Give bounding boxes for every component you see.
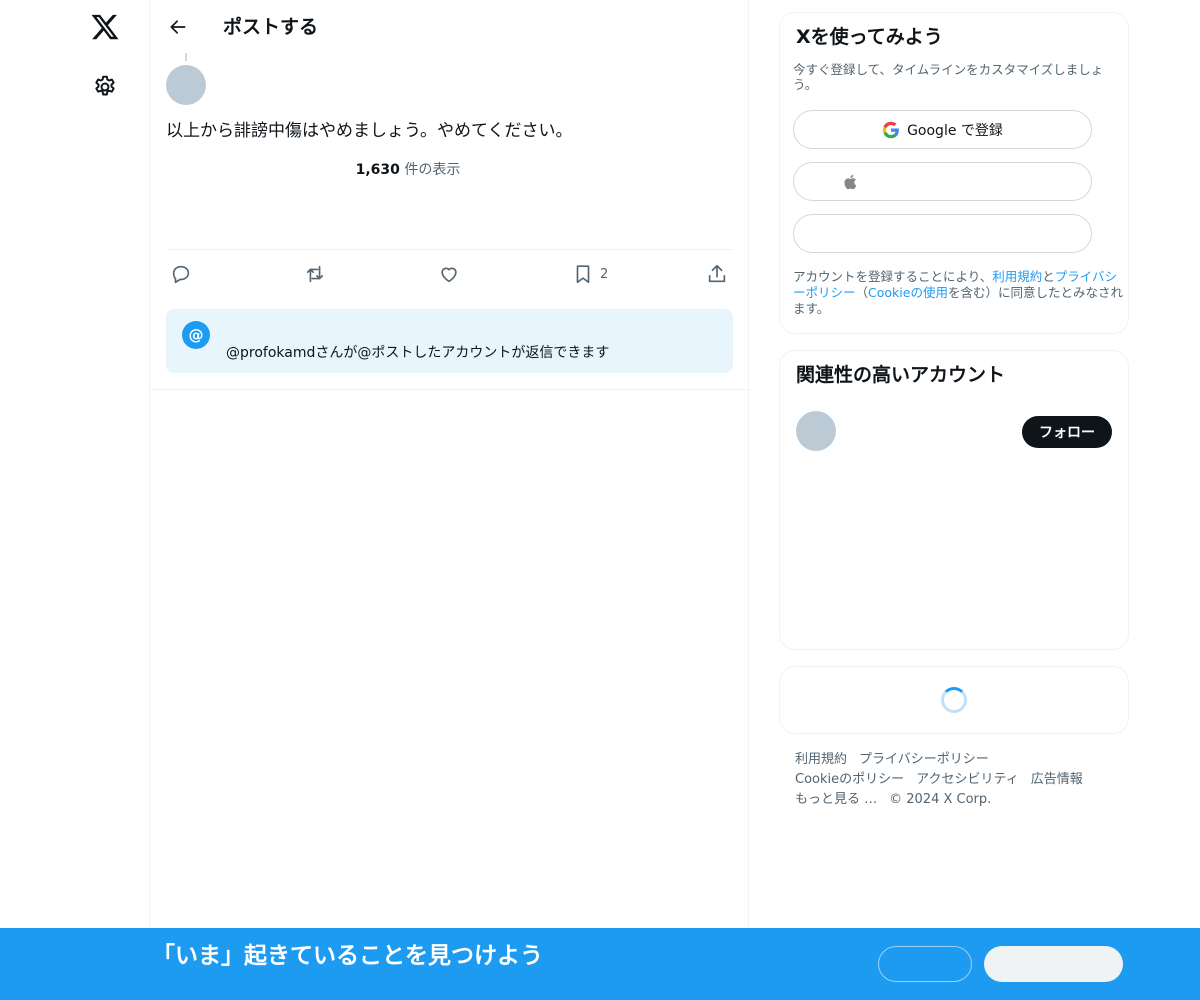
gear-icon[interactable] bbox=[92, 74, 118, 100]
top-bar: ポストする bbox=[150, 0, 750, 54]
reply-restriction-text: @profokamdさんが@ポストしたアカウントが返信できます bbox=[226, 345, 610, 361]
repost-button[interactable] bbox=[304, 262, 326, 286]
divider bbox=[150, 389, 750, 390]
google-signup-button[interactable]: Google で登録 bbox=[793, 110, 1092, 149]
author-avatar[interactable] bbox=[166, 65, 206, 105]
signup-card: Xを使ってみよう 今すぐ登録して、タイムラインをカスタマイズしましょう。 Goo… bbox=[779, 12, 1129, 334]
back-button[interactable] bbox=[164, 13, 192, 41]
register-button[interactable] bbox=[984, 946, 1123, 982]
footer-terms-link[interactable]: 利用規約 bbox=[795, 752, 847, 767]
footer-cookie-link[interactable]: Cookieのポリシー bbox=[795, 772, 904, 787]
arrow-left-icon bbox=[170, 20, 186, 34]
signup-title: Xを使ってみよう bbox=[796, 26, 943, 48]
action-bar: 2 bbox=[166, 249, 733, 297]
footer-row-1: 利用規約 プライバシーポリシー bbox=[795, 750, 1115, 770]
terms-prefix: アカウントを登録することにより、 bbox=[793, 269, 993, 284]
repost-icon bbox=[306, 265, 324, 283]
bookmark-icon bbox=[576, 265, 590, 284]
page-title: ポストする bbox=[223, 16, 319, 38]
share-icon bbox=[708, 264, 726, 283]
terms-link[interactable]: 利用規約 bbox=[992, 269, 1042, 284]
apple-signup-button[interactable] bbox=[793, 162, 1092, 201]
terms-connector: と bbox=[1042, 269, 1055, 284]
footer-row-2: Cookieのポリシー アクセシビリティ 広告情報 bbox=[795, 770, 1115, 790]
reply-button[interactable] bbox=[170, 262, 192, 286]
x-logo-icon[interactable] bbox=[90, 12, 120, 42]
footer-privacy-link[interactable]: プライバシーポリシー bbox=[859, 752, 989, 767]
footer-links: 利用規約 プライバシーポリシー Cookieのポリシー アクセシビリティ 広告情報 も… bbox=[795, 750, 1115, 810]
at-icon: @ bbox=[182, 321, 210, 349]
bottom-banner: 「いま」起きていることを見つけよう bbox=[0, 928, 1200, 1000]
loading-card bbox=[779, 666, 1129, 734]
left-nav bbox=[0, 0, 150, 1000]
google-icon bbox=[882, 121, 899, 138]
footer-more-link[interactable]: もっと見る … bbox=[795, 792, 877, 807]
footer-row-3: もっと見る … © 2024 X Corp. bbox=[795, 790, 1115, 810]
terms-paren-open: （ bbox=[855, 285, 869, 300]
main-column: ポストする 以上から誹謗中傷はやめましょう。やめてください。 1,630 件の表… bbox=[149, 0, 750, 1000]
account-avatar[interactable] bbox=[796, 411, 836, 451]
bookmark-button[interactable]: 2 bbox=[572, 262, 608, 286]
reply-restriction-notice: @ @profokamdさんが@ポストしたアカウントが返信できます bbox=[166, 309, 733, 373]
relevant-accounts-card: 関連性の高いアカウント フォロー bbox=[779, 350, 1129, 650]
google-signup-label: Google で登録 bbox=[907, 122, 1003, 139]
bookmark-count: 2 bbox=[600, 266, 609, 282]
signup-subtitle: 今すぐ登録して、タイムラインをカスタマイズしましょう。 bbox=[793, 62, 1104, 92]
follow-button[interactable]: フォロー bbox=[1022, 416, 1112, 448]
like-icon bbox=[441, 267, 457, 283]
loading-spinner bbox=[941, 687, 967, 713]
create-account-button[interactable] bbox=[793, 214, 1092, 253]
signup-terms: アカウントを登録することにより、利用規約とプライバシーポリシー（Cookieの使… bbox=[793, 269, 1123, 317]
footer-accessibility-link[interactable]: アクセシビリティ bbox=[916, 772, 1019, 787]
apple-icon bbox=[844, 174, 857, 189]
like-button[interactable] bbox=[438, 262, 460, 286]
cookie-use-link[interactable]: Cookieの使用 bbox=[868, 285, 948, 300]
view-count: 1,630 件の表示 bbox=[150, 160, 666, 180]
thread-line bbox=[185, 53, 187, 61]
post-text: 以上から誹謗中傷はやめましょう。やめてください。 bbox=[166, 121, 573, 141]
footer-copyright: © 2024 X Corp. bbox=[889, 792, 992, 807]
login-button[interactable] bbox=[878, 946, 972, 982]
view-count-number: 1,630 bbox=[355, 162, 400, 178]
banner-text: 「いま」起きていることを見つけよう bbox=[152, 943, 543, 969]
reply-icon bbox=[172, 265, 190, 284]
share-button[interactable] bbox=[706, 262, 728, 286]
view-count-label: 件の表示 bbox=[399, 162, 461, 178]
relevant-accounts-title: 関連性の高いアカウント bbox=[796, 364, 1006, 386]
footer-ads-info-link[interactable]: 広告情報 bbox=[1031, 772, 1083, 787]
